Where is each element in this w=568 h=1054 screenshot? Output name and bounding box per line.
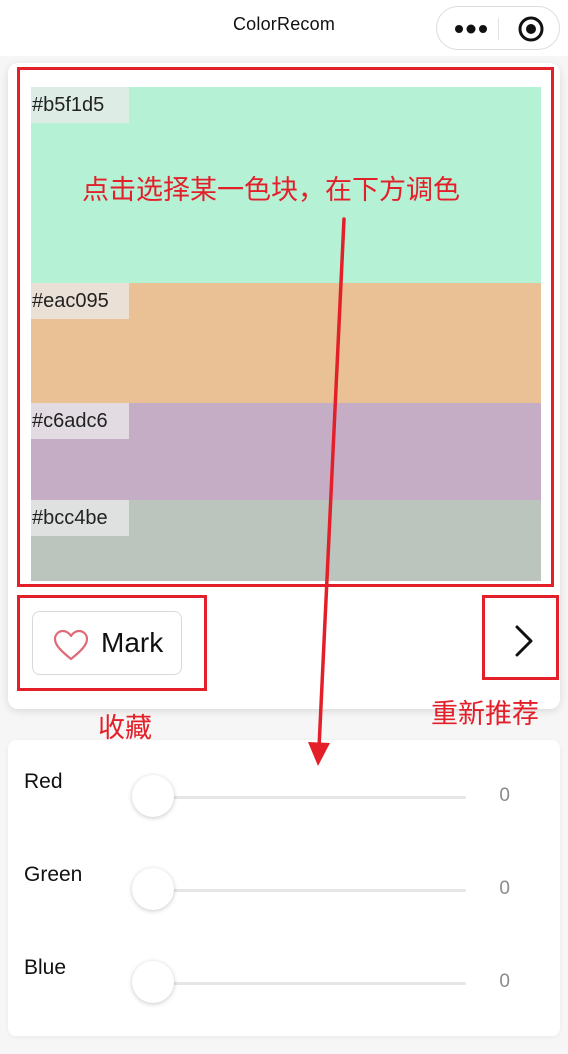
capsule-divider — [498, 18, 499, 40]
blue-slider-label: Blue — [24, 956, 67, 979]
blue-slider-track[interactable] — [154, 982, 466, 985]
red-slider-thumb[interactable] — [132, 775, 174, 817]
navbar: ColorRecom — [0, 0, 568, 56]
green-slider-track[interactable] — [154, 889, 466, 892]
green-slider-label: Green — [24, 863, 83, 886]
next-hint-text: 重新推荐 — [431, 699, 539, 730]
green-slider-value: 0 — [499, 878, 510, 899]
target-close-icon[interactable] — [517, 15, 545, 43]
capsule-menu — [436, 6, 560, 50]
red-slider-value: 0 — [499, 785, 510, 806]
palette-hint-text: 点击选择某一色块，在下方调色 — [82, 175, 460, 206]
blue-slider-thumb[interactable] — [132, 961, 174, 1003]
red-slider-label: Red — [24, 770, 63, 793]
more-dots-icon[interactable] — [453, 19, 489, 39]
green-slider-row: Green 0 — [8, 863, 560, 923]
palette-annotation-box — [17, 67, 554, 587]
blue-slider-row: Blue 0 — [8, 956, 560, 1016]
green-slider-thumb[interactable] — [132, 868, 174, 910]
page: ColorRecom #b5f1d5 #eac095 #c6adc6 #bcc4… — [0, 0, 568, 1054]
blue-slider-value: 0 — [499, 971, 510, 992]
rgb-panel: Red 0 Green 0 Blue 0 — [8, 740, 560, 1036]
red-slider-track[interactable] — [154, 796, 466, 799]
mark-annotation-box — [17, 595, 207, 691]
next-annotation-box — [482, 595, 559, 680]
red-slider-row: Red 0 — [8, 770, 560, 830]
